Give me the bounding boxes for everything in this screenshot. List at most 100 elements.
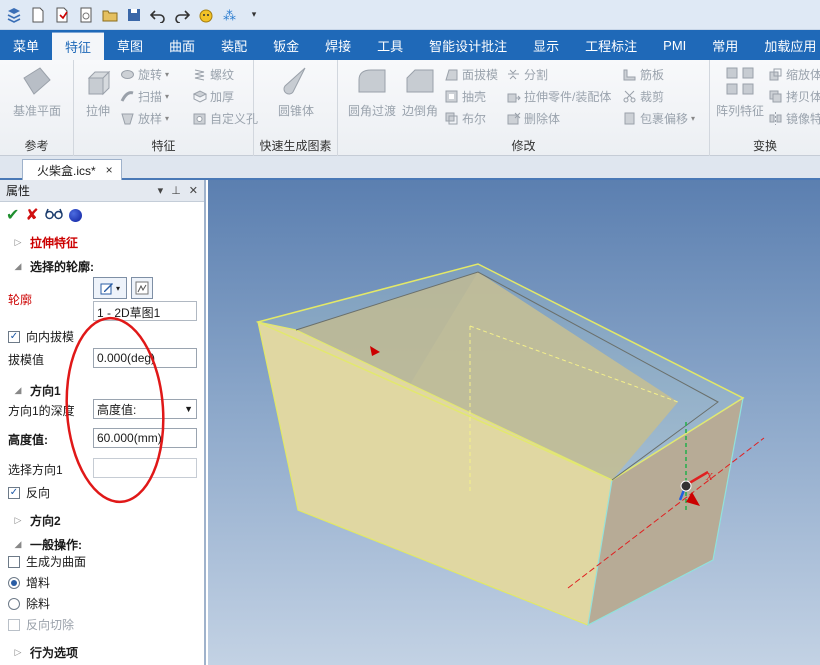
thread-button[interactable]: 螺纹 <box>192 66 234 83</box>
ok-check-icon[interactable]: ✔ <box>6 205 19 225</box>
dropdown-icon[interactable]: ▾ <box>244 5 264 25</box>
open-folder-icon[interactable] <box>100 5 120 25</box>
3d-viewport[interactable]: X <box>208 180 820 665</box>
smart-icon[interactable] <box>196 5 216 25</box>
base-plane-button[interactable]: 基准平面 <box>10 64 64 119</box>
panel-menu-icon[interactable]: ▾ <box>158 184 164 197</box>
mirror-label: 镜像特 <box>786 112 820 126</box>
profile-pick-icon <box>135 281 149 295</box>
sparkle-icon[interactable]: ⁂ <box>220 5 240 25</box>
shell-button[interactable]: 抽壳 <box>444 88 486 105</box>
delete-body-label: 删除体 <box>524 112 561 126</box>
document-tab-name: 火柴盒.ics* <box>37 163 96 178</box>
section-behavior[interactable]: ▷ 行为选项 <box>12 644 216 661</box>
add-material-radio[interactable] <box>8 576 20 589</box>
app-logo-icon[interactable] <box>4 5 24 25</box>
add-material-option[interactable]: 增料 <box>8 574 212 591</box>
svg-text:⁂: ⁂ <box>223 9 236 23</box>
panel-close-icon[interactable]: ✕ <box>189 184 198 197</box>
tab-3[interactable]: 曲面 <box>156 30 208 60</box>
tab-0[interactable]: 菜单 <box>0 30 52 60</box>
tab-13[interactable]: 加载应用 <box>751 30 820 60</box>
make-surface-checkbox[interactable] <box>8 555 20 568</box>
undo-icon[interactable] <box>148 5 168 25</box>
group-transform-label: 变换 <box>752 139 777 153</box>
trim-button[interactable]: 裁剪 <box>622 88 664 105</box>
height-label: 高度值: <box>8 433 48 447</box>
tab-2[interactable]: 草图 <box>104 30 156 60</box>
wrap-offset-button[interactable]: 包裹偏移 ▾ <box>622 110 695 127</box>
panel-title-bar: 属性 ▾ ⊥ ✕ <box>0 180 204 202</box>
make-surface-label: 生成为曲面 <box>26 555 87 569</box>
face-draft-button[interactable]: 面拔模 <box>444 66 498 83</box>
thread-label: 螺纹 <box>210 68 235 82</box>
chamfer-button[interactable]: 边倒角 <box>400 64 440 119</box>
section-general-ops[interactable]: ◢ 一般操作: <box>12 536 216 553</box>
section-direction2[interactable]: ▷ 方向2 <box>12 512 216 529</box>
tab-5[interactable]: 钣金 <box>260 30 312 60</box>
thicken-icon <box>192 90 207 103</box>
profile-pick-button[interactable] <box>131 277 153 299</box>
tab-7[interactable]: 工具 <box>364 30 416 60</box>
draft-inward-checkbox[interactable]: ✓ <box>8 330 20 343</box>
extrude-button[interactable]: 拉伸 <box>78 64 118 119</box>
sketch-edit-dropdown[interactable]: ▾ <box>93 277 127 299</box>
loft-button[interactable]: 放样 ▾ <box>120 110 169 127</box>
rib-button[interactable]: 筋板 <box>622 66 664 83</box>
scale-body-button[interactable]: 缩放体 <box>768 66 820 83</box>
tab-12[interactable]: 常用 <box>699 30 751 60</box>
reverse-cut-option[interactable]: 反向切除 <box>8 616 212 633</box>
tab-8[interactable]: 智能设计批注 <box>416 30 520 60</box>
remove-material-option[interactable]: 除料 <box>8 595 212 612</box>
save-icon[interactable] <box>124 5 144 25</box>
reverse-label: 反向 <box>26 486 51 500</box>
thicken-button[interactable]: 加厚 <box>192 88 234 105</box>
array-feature-button[interactable]: 阵列特征 <box>714 64 766 119</box>
copy-body-button[interactable]: 拷贝体 <box>768 88 820 105</box>
tab-4[interactable]: 装配 <box>208 30 260 60</box>
add-material-label: 增料 <box>26 576 51 590</box>
delete-body-button[interactable]: 删除体 <box>506 110 560 127</box>
section-selected-profile[interactable]: ◢ 选择的轮廓: <box>12 258 216 275</box>
remove-material-label: 除料 <box>26 597 51 611</box>
tab-9[interactable]: 显示 <box>520 30 572 60</box>
tab-1[interactable]: 特征 <box>52 32 105 60</box>
section-extrude-feature[interactable]: ▷ 拉伸特征 <box>12 234 216 251</box>
document-close-icon[interactable]: × <box>106 163 113 177</box>
group-quick-label: 快速生成图素 <box>259 139 332 153</box>
make-surface-option[interactable]: 生成为曲面 <box>8 553 212 570</box>
new-file-icon[interactable] <box>28 5 48 25</box>
chamfer-icon <box>406 69 434 93</box>
cancel-x-icon[interactable]: ✘ <box>25 205 38 225</box>
revolve-button[interactable]: 旋转 ▾ <box>120 66 169 83</box>
behavior-title: 行为选项 <box>30 646 79 660</box>
reverse-cut-checkbox[interactable] <box>8 618 20 631</box>
scale-icon <box>769 68 782 81</box>
preview-glasses-icon[interactable] <box>45 208 63 223</box>
tab-11[interactable]: PMI <box>650 30 699 60</box>
extrude-part-button[interactable]: 拉伸零件/装配体 <box>506 88 611 105</box>
split-button[interactable]: 分割 <box>506 66 548 83</box>
fillet-button[interactable]: 圆角过渡 <box>346 64 398 119</box>
remove-material-radio[interactable] <box>8 597 20 610</box>
sweep-button[interactable]: 扫描 ▾ <box>120 88 169 105</box>
array-feature-label: 阵列特征 <box>715 104 764 118</box>
cone-label: 圆锥体 <box>277 104 314 118</box>
tab-6[interactable]: 焊接 <box>312 30 364 60</box>
loft-label: 放样 <box>138 112 163 126</box>
fillet-label: 圆角过渡 <box>347 104 396 118</box>
document-tab[interactable]: 火柴盒.ics* × <box>22 159 122 180</box>
redo-icon[interactable] <box>172 5 192 25</box>
cone-button[interactable]: 圆锥体 <box>272 64 320 119</box>
pin-icon[interactable]: ⊥ <box>171 184 181 197</box>
reverse-checkbox[interactable]: ✓ <box>8 486 20 499</box>
shell-label: 抽壳 <box>462 90 487 104</box>
custom-hole-button[interactable]: 自定义孔 <box>192 110 258 127</box>
sweep-icon <box>120 91 134 102</box>
print-icon[interactable] <box>76 5 96 25</box>
tab-10[interactable]: 工程标注 <box>572 30 650 60</box>
help-circle-icon[interactable] <box>68 208 82 222</box>
new-from-template-icon[interactable] <box>52 5 72 25</box>
mirror-button[interactable]: 镜像特 <box>768 110 820 127</box>
boolean-button[interactable]: 布尔 <box>444 110 486 127</box>
